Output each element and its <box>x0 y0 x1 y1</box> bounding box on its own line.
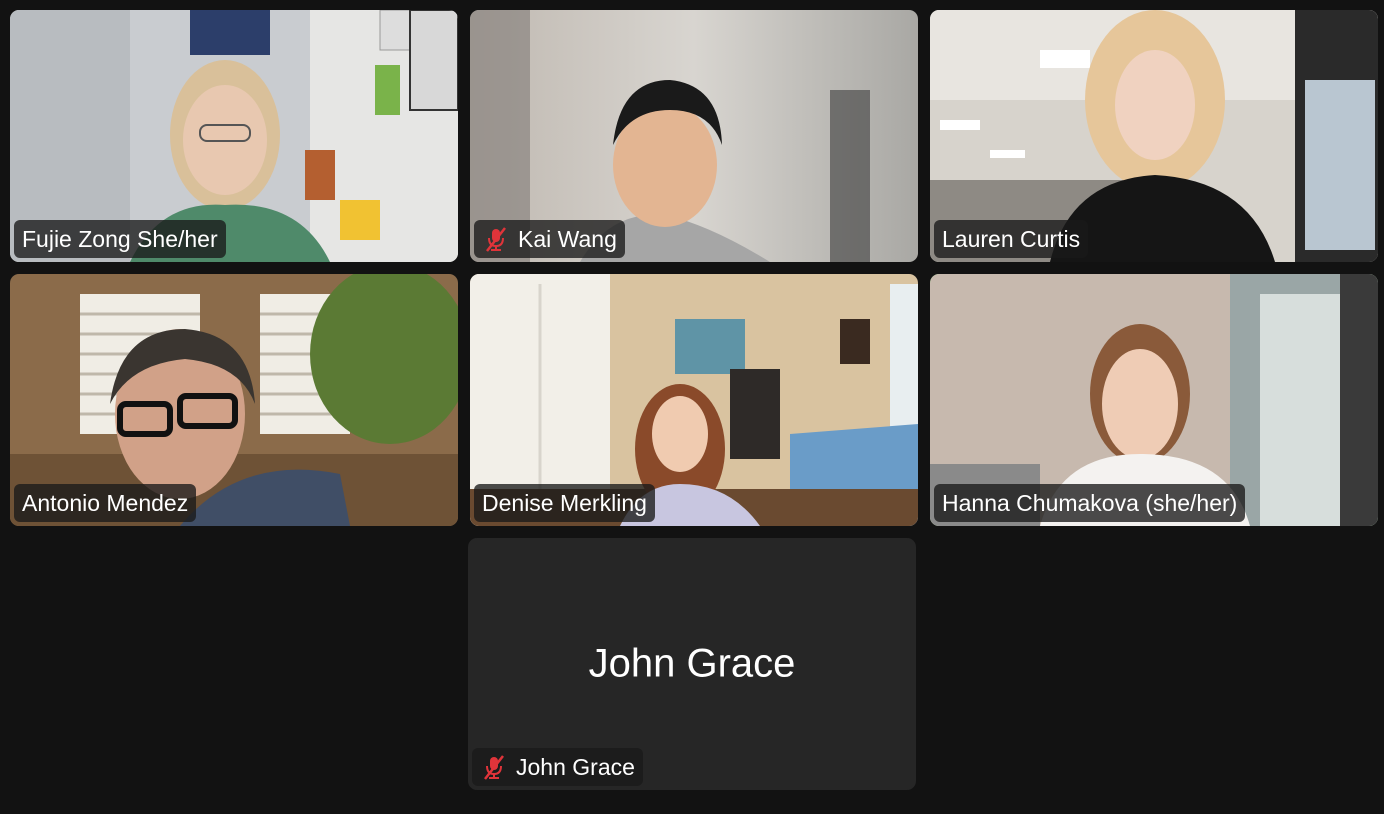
participant-display-name: John Grace <box>588 641 796 686</box>
participant-tile-hanna-chumakova[interactable]: Hanna Chumakova (she/her) <box>930 274 1378 526</box>
participant-name: Denise Merkling <box>482 489 647 516</box>
participant-name: Kai Wang <box>518 225 617 252</box>
participant-tile-denise-merkling[interactable]: Denise Merkling <box>470 274 918 526</box>
participant-name: John Grace <box>516 753 635 780</box>
participant-name-label: John Grace <box>472 748 643 786</box>
participant-tile-kai-wang[interactable]: Kai Wang <box>470 10 918 262</box>
gallery-view: Fujie Zong She/her Kai Wang Lauren Curti… <box>0 0 1384 814</box>
participant-name: Fujie Zong She/her <box>22 225 218 252</box>
participant-name-label: Lauren Curtis <box>934 220 1089 258</box>
microphone-muted-icon <box>486 227 506 252</box>
participant-tile-fujie-zong[interactable]: Fujie Zong She/her <box>10 10 458 262</box>
participant-name-label: Denise Merkling <box>474 484 655 522</box>
participant-tile-john-grace[interactable]: John Grace John Grace <box>468 538 916 790</box>
participant-name-label: Hanna Chumakova (she/her) <box>934 484 1246 522</box>
participant-tile-antonio-mendez[interactable]: Antonio Mendez <box>10 274 458 526</box>
microphone-muted-icon <box>484 755 504 780</box>
participant-name-label: Antonio Mendez <box>14 484 197 522</box>
participant-name-label: Fujie Zong She/her <box>14 220 226 258</box>
participant-tile-lauren-curtis[interactable]: Lauren Curtis <box>930 10 1378 262</box>
participant-name: Lauren Curtis <box>942 225 1081 252</box>
participant-name-label: Kai Wang <box>474 220 625 258</box>
participant-name: Antonio Mendez <box>22 489 189 516</box>
participant-name: Hanna Chumakova (she/her) <box>942 489 1238 516</box>
